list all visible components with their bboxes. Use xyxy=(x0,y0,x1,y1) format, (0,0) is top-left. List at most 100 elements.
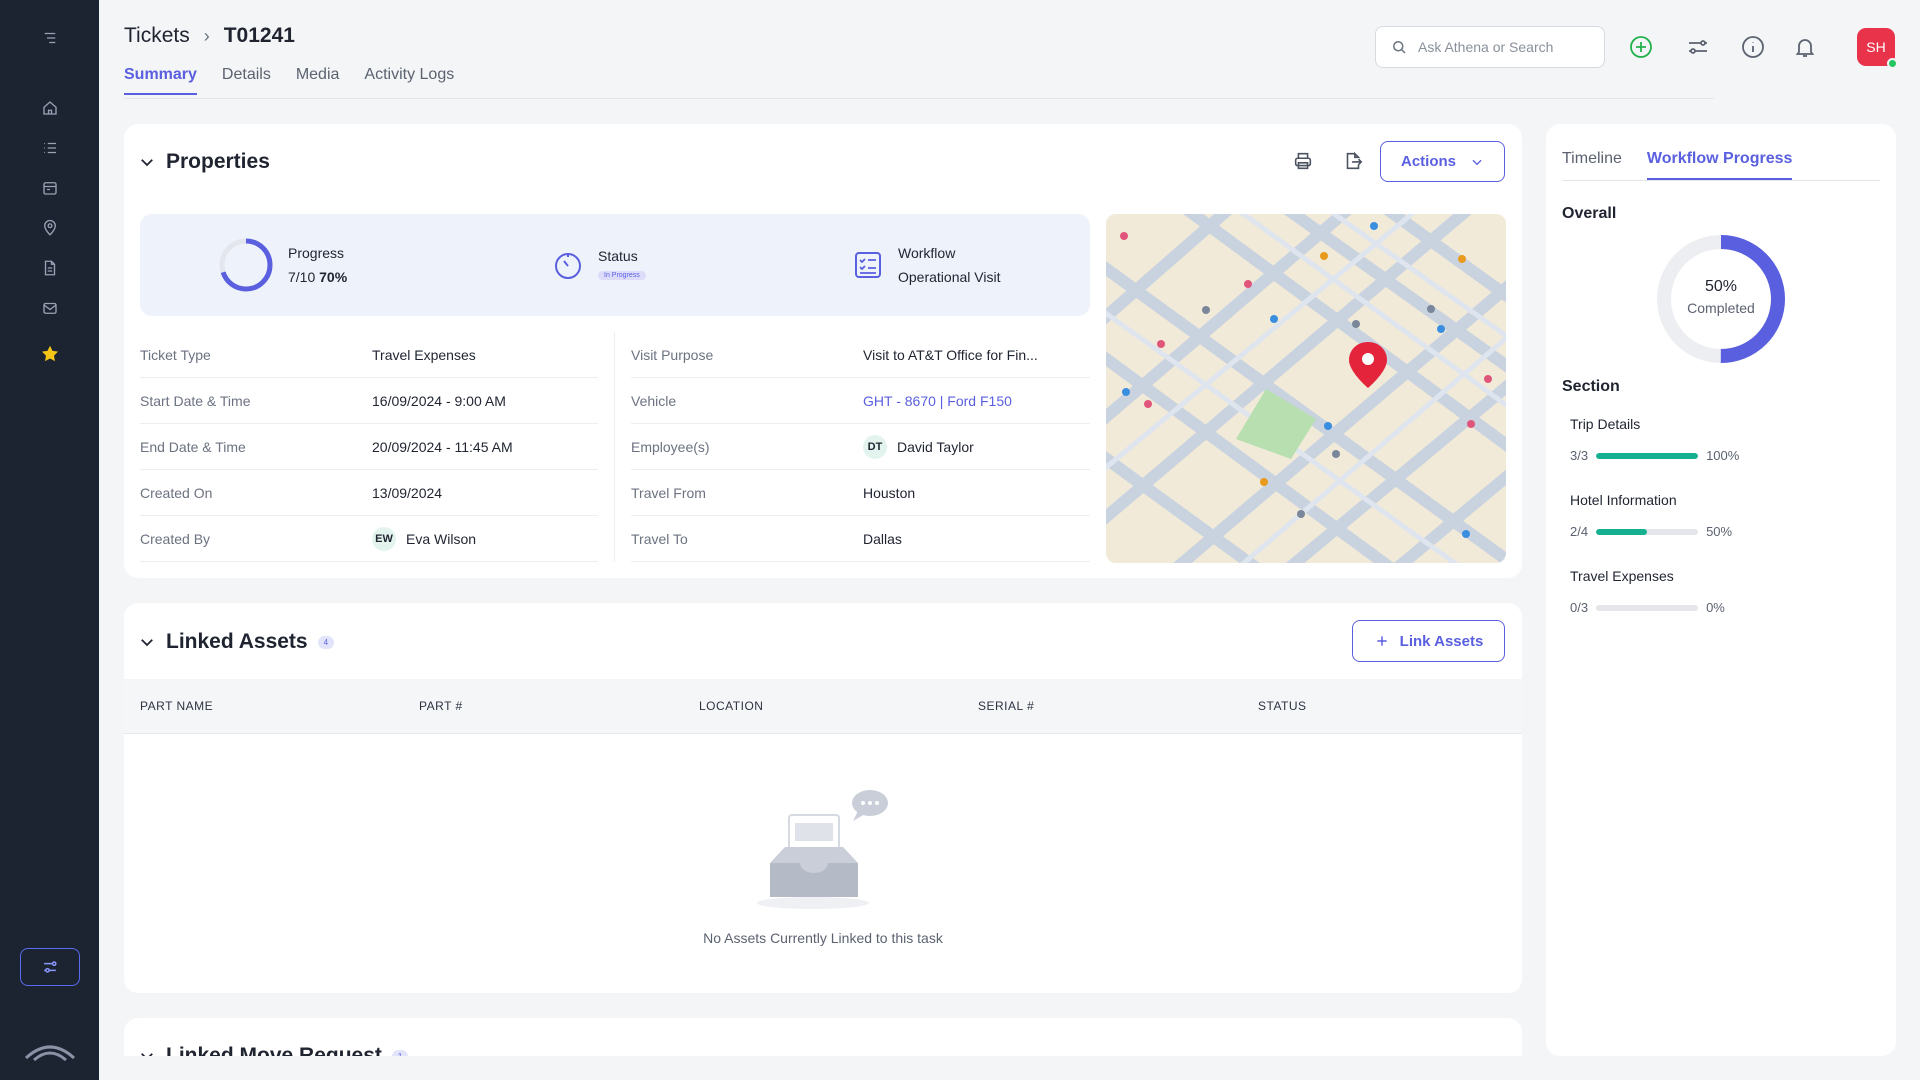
field-value: Visit to AT&T Office for Fin... xyxy=(863,346,1038,363)
location-icon[interactable] xyxy=(38,216,62,240)
summary-strip: Progress 7/10 70% Status In Progress Wor… xyxy=(140,214,1090,316)
workflow-summary: Workflow Operational Visit xyxy=(852,214,1000,316)
section-heading: Section xyxy=(1562,378,1620,395)
properties-header[interactable]: Properties xyxy=(138,150,270,174)
field-value: DT David Taylor xyxy=(863,434,974,459)
bottom-edge xyxy=(99,1056,1920,1080)
sliders-icon[interactable] xyxy=(1683,32,1713,62)
print-icon[interactable] xyxy=(1288,146,1318,176)
mail-icon[interactable] xyxy=(38,296,62,320)
overall-percent: 50% xyxy=(1704,278,1738,295)
created-by-name: Eva Wilson xyxy=(406,530,477,547)
column-divider xyxy=(614,332,615,562)
brand-logo xyxy=(24,1045,76,1062)
empty-state-message: No Assets Currently Linked to this task xyxy=(703,930,943,946)
tab-activity-logs[interactable]: Activity Logs xyxy=(364,66,454,95)
tab-summary[interactable]: Summary xyxy=(124,66,197,95)
field-start-date: Start Date & Time 16/09/2024 - 9:00 AM xyxy=(140,378,598,424)
status-badge: In Progress xyxy=(598,271,646,280)
section-percent: 50% xyxy=(1706,524,1733,539)
actions-button[interactable]: Actions xyxy=(1380,141,1505,182)
filter-icon xyxy=(44,961,57,973)
workflow-value: Operational Visit xyxy=(898,269,1001,285)
field-label: Start Date & Time xyxy=(140,392,251,409)
info-icon[interactable] xyxy=(1738,32,1768,62)
plus-icon xyxy=(1377,636,1387,646)
field-travel-from: Travel From Houston xyxy=(631,470,1090,516)
route-map[interactable] xyxy=(1106,214,1506,563)
linked-assets-title: Linked Assets xyxy=(166,630,308,653)
search-input[interactable] xyxy=(1418,39,1588,55)
add-circle-icon[interactable] xyxy=(1626,32,1656,62)
field-created-by: Created By EW Eva Wilson xyxy=(140,516,598,562)
field-value: 16/09/2024 - 9:00 AM xyxy=(372,392,506,409)
field-vehicle: Vehicle GHT - 8670 | Ford F150 xyxy=(631,378,1090,424)
column-header-serial[interactable]: SERIAL # xyxy=(978,699,1034,713)
field-label: Employee(s) xyxy=(631,438,710,455)
field-label: Ticket Type xyxy=(140,346,211,363)
field-ticket-type: Ticket Type Travel Expenses xyxy=(140,332,598,378)
user-avatar[interactable]: SH xyxy=(1857,28,1898,69)
employee-name: David Taylor xyxy=(897,438,974,455)
field-visit-purpose: Visit Purpose Visit to AT&T Office for F… xyxy=(631,332,1090,378)
field-created-on: Created On 13/09/2024 xyxy=(140,470,598,516)
vehicle-link[interactable]: GHT - 8670 | Ford F150 xyxy=(863,393,1012,409)
column-header-part-number[interactable]: PART # xyxy=(419,699,463,713)
field-label: Vehicle xyxy=(631,392,677,409)
map-graphic xyxy=(1106,214,1506,563)
section-travel-expenses: Travel Expenses 0/3 0% xyxy=(1570,568,1725,615)
chevron-down-icon xyxy=(141,159,153,167)
progress-value: 7/10 70% xyxy=(288,269,348,285)
section-name: Travel Expenses xyxy=(1570,568,1674,584)
filter-toggle-button[interactable] xyxy=(20,948,80,986)
search-icon xyxy=(1393,41,1406,54)
star-icon[interactable] xyxy=(38,342,62,366)
document-icon[interactable] xyxy=(38,256,62,280)
overall-heading: Overall xyxy=(1562,205,1617,222)
online-status-dot xyxy=(1887,58,1898,69)
field-label: Created By xyxy=(140,530,211,547)
home-icon[interactable] xyxy=(38,96,62,120)
field-label: Visit Purpose xyxy=(631,346,714,363)
tab-details[interactable]: Details xyxy=(222,66,271,95)
section-count: 0/3 xyxy=(1570,600,1589,615)
field-value: 13/09/2024 xyxy=(372,484,443,501)
section-percent: 100% xyxy=(1706,448,1740,463)
linked-assets-header[interactable]: Linked Assets 4 xyxy=(138,630,335,654)
section-count: 3/3 xyxy=(1570,448,1589,463)
calendar-icon[interactable] xyxy=(38,176,62,200)
tabs-divider xyxy=(124,98,1714,99)
breadcrumb-root[interactable]: Tickets xyxy=(124,24,190,48)
workflow-checklist-icon xyxy=(855,252,881,278)
column-header-location[interactable]: LOCATION xyxy=(699,699,763,713)
field-travel-to: Travel To Dallas xyxy=(631,516,1090,562)
breadcrumb: Tickets › T01241 xyxy=(124,24,295,48)
menu-icon[interactable] xyxy=(38,26,62,50)
overall-sub: Completed xyxy=(1687,300,1755,316)
section-percent: 0% xyxy=(1706,600,1725,615)
section-count: 2/4 xyxy=(1570,524,1589,539)
section-progress-bar xyxy=(1596,528,1699,535)
column-header-part-name[interactable]: PART NAME xyxy=(140,699,213,713)
column-header-status[interactable]: STATUS xyxy=(1258,699,1307,713)
overall-donut-label: 50% Completed xyxy=(1659,278,1783,316)
list-icon[interactable] xyxy=(38,136,62,160)
export-icon[interactable] xyxy=(1338,146,1368,176)
progress-summary: Progress 7/10 70% xyxy=(218,214,347,316)
tab-timeline[interactable]: Timeline xyxy=(1562,150,1622,180)
tab-media[interactable]: Media xyxy=(296,66,340,95)
sidebar xyxy=(0,0,99,1080)
section-trip-details: Trip Details 3/3 100% xyxy=(1570,416,1739,463)
tab-workflow-progress[interactable]: Workflow Progress xyxy=(1646,150,1793,180)
field-label: Travel To xyxy=(631,530,688,547)
field-value: 20/09/2024 - 11:45 AM xyxy=(372,438,513,455)
search-box[interactable] xyxy=(1375,26,1605,68)
right-panel-tabs: Timeline Workflow Progress xyxy=(1562,150,1793,180)
link-assets-label: Link Assets xyxy=(1399,632,1484,650)
field-value: Houston xyxy=(863,484,916,501)
bell-icon[interactable] xyxy=(1790,32,1820,62)
avatar: EW xyxy=(372,526,396,551)
progress-label: Progress xyxy=(288,245,345,261)
link-assets-button[interactable]: Link Assets xyxy=(1352,620,1505,662)
section-progress-bar xyxy=(1596,452,1699,459)
